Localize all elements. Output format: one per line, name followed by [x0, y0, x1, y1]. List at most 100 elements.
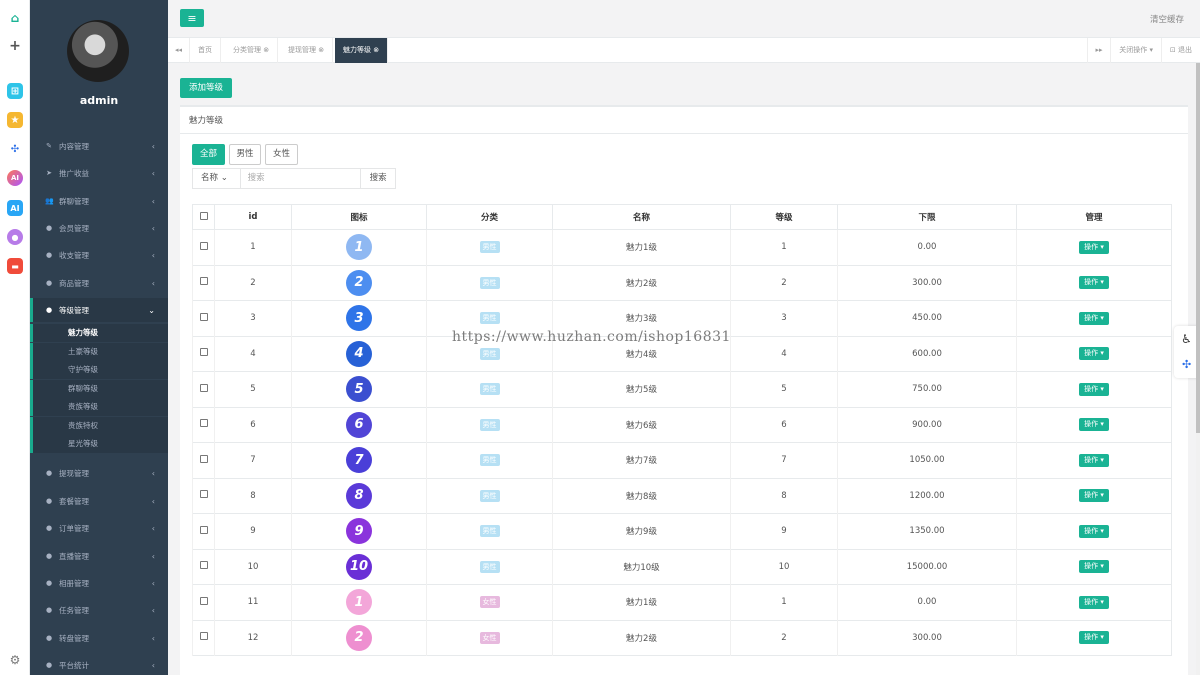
sidebar-item-goods[interactable]: ● 商品管理 ‹ [30, 271, 168, 295]
chat-bubble-icon[interactable]: ● [7, 229, 23, 245]
row-checkbox[interactable] [199, 348, 208, 357]
row-operation-dropdown[interactable]: 操作 ▾ [1079, 347, 1109, 361]
scrollbar-thumb[interactable] [1196, 63, 1200, 433]
row-operation-dropdown[interactable]: 操作 ▾ [1079, 560, 1109, 574]
row-checkbox-cell[interactable] [192, 477, 215, 514]
sidebar-item-live[interactable]: ● 直播管理 ‹ [30, 544, 168, 568]
tabs-next-button[interactable]: ▸▸ [1087, 38, 1111, 63]
close-operations-dropdown[interactable]: 关闭操作 ▾ [1111, 38, 1162, 63]
sidebar-subitem[interactable]: 贵族等级 [30, 398, 168, 416]
row-checkbox[interactable] [199, 525, 208, 534]
gamepad-icon[interactable]: ▬ [7, 258, 23, 274]
row-operation-dropdown[interactable]: 操作 ▾ [1079, 276, 1109, 290]
add-level-button[interactable]: 添加等级 [180, 78, 232, 98]
row-checkbox-cell[interactable] [192, 264, 215, 301]
row-operation-dropdown[interactable]: 操作 ▾ [1079, 453, 1109, 467]
sidebar-subitem[interactable]: 魅力等级 [30, 324, 168, 342]
row-operation-dropdown[interactable]: 操作 ▾ [1079, 524, 1109, 538]
tabs-prev-button[interactable]: ◂◂ [168, 38, 190, 63]
sidebar-item-withdraw[interactable]: ● 提现管理 ‹ [30, 461, 168, 485]
row-checkbox[interactable] [199, 596, 208, 605]
row-checkbox-cell[interactable] [192, 584, 215, 620]
cell-level: 10 [730, 548, 838, 585]
row-operation-dropdown[interactable]: 操作 ▾ [1079, 489, 1109, 503]
category-badge: 男性 [479, 241, 500, 254]
row-checkbox-cell[interactable] [192, 548, 215, 585]
row-operation-dropdown[interactable]: 操作 ▾ [1079, 382, 1109, 396]
row-checkbox[interactable] [199, 454, 208, 463]
row-checkbox[interactable] [199, 632, 208, 641]
row-checkbox-cell[interactable] [192, 335, 215, 372]
ai-ring-icon[interactable]: AI [7, 170, 23, 186]
filter-female-button[interactable]: 女性 [265, 144, 298, 165]
row-checkbox[interactable] [199, 383, 208, 392]
plus-icon[interactable]: + [7, 38, 23, 54]
row-checkbox-cell[interactable] [192, 229, 215, 265]
select-all-checkbox-cell[interactable] [192, 204, 215, 230]
select-all-checkbox[interactable] [199, 211, 208, 220]
star-icon[interactable]: ★ [7, 112, 23, 128]
sidebar-item-task[interactable]: ● 任务管理 ‹ [30, 598, 168, 622]
share-icon[interactable]: ✣ [1182, 358, 1191, 371]
row-checkbox[interactable] [199, 419, 208, 428]
row-operation-dropdown[interactable]: 操作 ▾ [1079, 595, 1109, 609]
sidebar-item-group-chat[interactable]: 👥 群聊管理 ‹ [30, 189, 168, 213]
search-field-select[interactable]: 名称 ⌄ [193, 169, 241, 188]
sidebar-subitem[interactable]: 守护等级 [30, 361, 168, 379]
row-checkbox-cell[interactable] [192, 513, 215, 549]
logout-button[interactable]: ⊡ 退出 [1162, 38, 1200, 63]
filter-all-button[interactable]: 全部 [192, 144, 225, 165]
cell-id: 4 [214, 335, 292, 372]
menu-item-icon: ● [45, 224, 53, 232]
cell-manage: 操作 ▾ [1016, 371, 1172, 407]
scrollbar[interactable] [1196, 63, 1200, 675]
sidebar-item-package[interactable]: ● 套餐管理 ‹ [30, 489, 168, 513]
search-input[interactable]: 搜索 [241, 169, 362, 188]
row-checkbox[interactable] [199, 561, 208, 570]
accessibility-icon[interactable]: ♿ [1181, 332, 1192, 346]
avatar[interactable] [67, 20, 129, 82]
sidebar-item-label: 收支管理 [59, 250, 89, 260]
sidebar-item-stats[interactable]: ● 平台统计 ‹ [30, 653, 168, 675]
app-blue-icon[interactable]: ⊞ [7, 83, 23, 99]
menu-toggle-button[interactable]: ≡ [180, 9, 204, 27]
row-checkbox-cell[interactable] [192, 406, 215, 443]
row-operation-dropdown[interactable]: 操作 ▾ [1079, 311, 1109, 325]
row-checkbox-cell[interactable] [192, 371, 215, 407]
settings-icon[interactable]: ⚙ [7, 652, 23, 668]
sidebar-item-label: 等级管理 [59, 305, 89, 315]
sidebar-subitem[interactable]: 土豪等级 [30, 342, 168, 361]
row-checkbox-cell[interactable] [192, 300, 215, 336]
row-checkbox-cell[interactable] [192, 619, 215, 656]
share-icon[interactable]: ✣ [7, 141, 23, 157]
row-operation-dropdown[interactable]: 操作 ▾ [1079, 418, 1109, 432]
row-checkbox[interactable] [199, 490, 208, 499]
sidebar-item-finance[interactable]: ● 收支管理 ‹ [30, 243, 168, 267]
row-operation-dropdown[interactable]: 操作 ▾ [1079, 240, 1109, 254]
sidebar-subitem[interactable]: 贵族特权 [30, 416, 168, 435]
row-checkbox-cell[interactable] [192, 442, 215, 478]
sidebar-item-order[interactable]: ● 订单管理 ‹ [30, 516, 168, 540]
sidebar-item-level[interactable]: ● 等级管理 ⌄ [30, 298, 168, 322]
tab-withdraw[interactable]: 提现管理 ⊗ [280, 38, 334, 63]
home-icon[interactable]: ⌂ [7, 10, 23, 26]
row-checkbox[interactable] [199, 277, 208, 286]
category-badge: 男性 [479, 489, 500, 502]
filter-male-button[interactable]: 男性 [229, 144, 261, 165]
row-checkbox[interactable] [199, 312, 208, 321]
sidebar-item-member[interactable]: ● 会员管理 ‹ [30, 216, 168, 240]
search-button[interactable]: 搜索 [361, 169, 395, 188]
sidebar-item-wheel[interactable]: ● 转盘管理 ‹ [30, 626, 168, 650]
tab-category[interactable]: 分类管理 ⊗ [225, 38, 279, 63]
tab-charm-level[interactable]: 魅力等级 ⊗ [335, 38, 389, 63]
sidebar-item-content[interactable]: ✎ 内容管理 ‹ [30, 134, 168, 158]
sidebar-subitem[interactable]: 群聊等级 [30, 379, 168, 398]
ai-badge-icon[interactable]: AI [7, 200, 23, 216]
sidebar-item-promo-income[interactable]: ➤ 推广收益 ‹ [30, 161, 168, 185]
tab-home[interactable]: 首页 [190, 38, 221, 63]
clear-cache-link[interactable]: 清空缓存 [1150, 13, 1184, 25]
sidebar-subitem[interactable]: 星光等级 [30, 435, 168, 453]
sidebar-item-album[interactable]: ● 相册管理 ‹ [30, 571, 168, 595]
row-checkbox[interactable] [199, 241, 208, 250]
row-operation-dropdown[interactable]: 操作 ▾ [1079, 631, 1109, 645]
